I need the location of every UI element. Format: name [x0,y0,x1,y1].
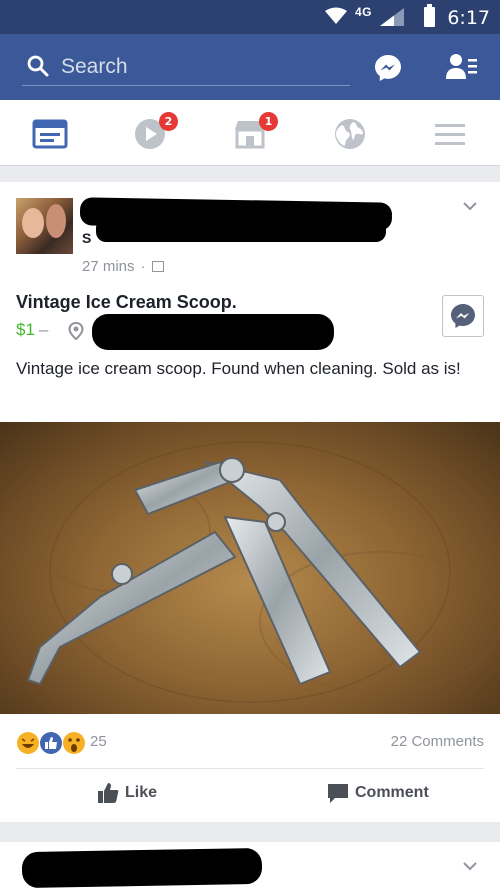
wifi-icon [325,7,347,24]
reaction-icons[interactable] [16,730,86,761]
status-bar: 4G 6:17 [0,0,500,34]
reaction-count[interactable]: 25 [90,733,107,750]
signal-icon [380,8,404,26]
chevron-down-icon[interactable] [462,860,478,872]
tab-bar: 2 1 [0,100,500,166]
location-icon [68,322,84,340]
poster-name-fragment: S [82,230,92,246]
listing-price: $1 [16,320,35,339]
reaction-emoji-icons [17,732,85,754]
messenger-icon[interactable] [373,53,403,83]
like-label: Like [125,784,158,801]
avatar[interactable] [16,198,73,254]
divider [16,768,484,769]
listing-photo-image [26,441,500,703]
thumbs-up-icon [98,783,119,803]
comment-count[interactable]: 22 Comments [391,733,484,750]
tab-news-feed[interactable] [32,116,68,152]
globe-icon [335,119,365,149]
battery-icon [424,4,435,27]
redacted-next-poster [21,847,263,889]
comment-icon [328,784,348,803]
price-separator: – [38,320,49,339]
next-post [0,842,500,889]
tab-notifications[interactable] [332,116,368,152]
messenger-icon [451,304,475,328]
search-icon [27,55,49,77]
message-seller-button[interactable] [442,295,484,337]
tab-video[interactable]: 2 [132,112,178,152]
video-badge: 2 [159,112,178,131]
search-bar[interactable]: Search [22,48,350,86]
meta-separator: · [140,258,146,275]
post-meta: 27 mins · [82,258,164,275]
marketplace-post: S 27 mins · Vintage Ice Cream Scoop. $1– … [0,182,500,822]
menu-icon [435,124,465,145]
marketplace-badge: 1 [259,112,278,131]
listing-title: Vintage Ice Cream Scoop. [16,292,237,312]
tab-marketplace[interactable]: 1 [232,112,278,152]
network-type-label: 4G [355,5,373,19]
audience-icon [151,261,164,272]
clock: 6:17 [447,7,490,29]
redacted-group-name [96,218,386,242]
app-bar: Search [0,34,500,100]
friend-requests-icon[interactable] [446,53,478,81]
post-time: 27 mins [82,258,135,275]
comment-label: Comment [355,784,429,801]
listing-photo[interactable] [0,422,500,714]
news-feed-icon [32,119,68,149]
price-row: $1– [16,320,52,340]
tab-menu[interactable] [432,116,468,152]
search-placeholder: Search [61,55,128,78]
redacted-location [92,314,334,350]
chevron-down-icon[interactable] [462,200,478,212]
listing-description: Vintage ice cream scoop. Found when clea… [16,359,461,378]
